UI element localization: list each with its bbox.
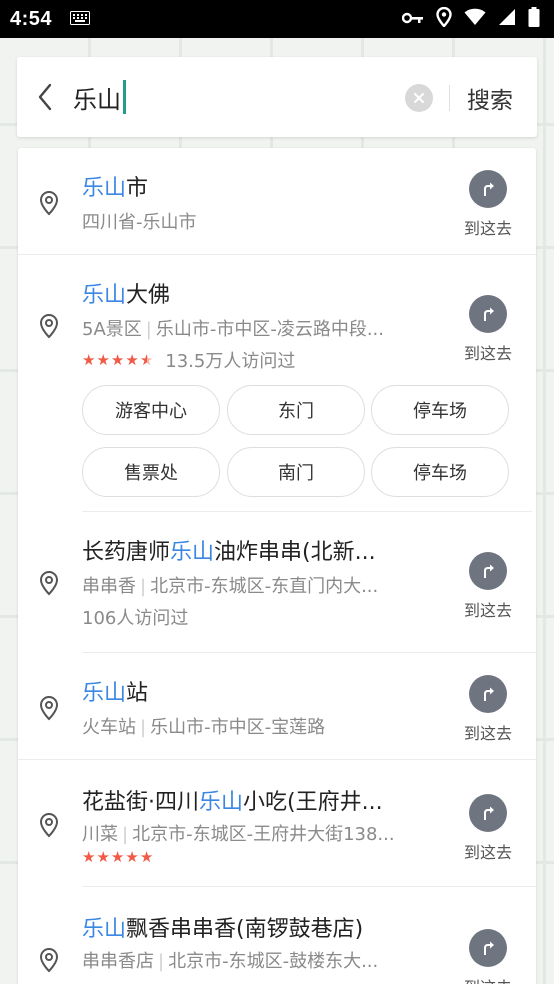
result-address: 火车站 | 乐山市-市中区-宝莲路 <box>82 717 326 738</box>
result-title: 花盐街·四川乐山小吃(王府井... <box>82 790 383 815</box>
goto-button[interactable]: 到这去 <box>458 295 518 364</box>
wifi-icon <box>464 8 486 30</box>
location-pin-icon <box>39 570 59 596</box>
goto-button[interactable]: 到这去 <box>458 675 518 744</box>
goto-button[interactable]: 到这去 <box>458 170 518 239</box>
list-item[interactable]: 乐山市 四川省-乐山市 到这去 <box>18 148 536 254</box>
chip-east-gate[interactable]: 东门 <box>227 385 365 435</box>
divider <box>449 85 450 111</box>
location-pin-icon <box>39 947 59 973</box>
result-title: 乐山飘香串串香(南锣鼓巷店) <box>82 917 364 942</box>
search-input[interactable]: 乐山 <box>73 77 126 117</box>
star-rating: ★ ★ ★ ★ ★ <box>82 350 154 369</box>
route-turn-icon <box>484 806 494 820</box>
star-rating: ★ ★ ★ ★ ★ <box>82 848 154 866</box>
key-icon <box>401 10 424 29</box>
status-bar: 4:54 <box>0 0 554 38</box>
keyboard-icon <box>70 10 91 29</box>
goto-button[interactable]: 到这去 <box>458 794 518 863</box>
battery-icon <box>528 7 540 31</box>
goto-button[interactable]: 到这去 <box>458 929 518 984</box>
result-title: 乐山市 <box>82 176 149 201</box>
list-item[interactable]: 花盐街·四川乐山小吃(王府井... 川菜 | 北京市-东城区-王府井大街138...… <box>18 760 536 886</box>
location-pin-icon <box>39 190 59 216</box>
route-turn-icon <box>484 687 494 701</box>
close-icon <box>414 93 424 103</box>
result-title: 乐山大佛 <box>82 283 171 308</box>
visit-count: 13.5万人访问过 <box>165 351 296 372</box>
result-address: 串串香 | 北京市-东城区-东直门内大... <box>82 576 379 597</box>
status-time: 4:54 <box>10 7 53 30</box>
route-turn-icon <box>484 941 494 955</box>
rating-row: ★ ★ ★ ★ ★ 13.5万人访问过 <box>82 347 295 373</box>
chip-parking[interactable]: 停车场 <box>371 447 509 497</box>
search-bar: 乐山 搜索 <box>17 57 537 137</box>
result-title: 长药唐师乐山油炸串串(北新... <box>82 540 376 565</box>
route-turn-icon <box>484 307 494 321</box>
visit-count: 106人访问过 <box>82 608 189 629</box>
search-button[interactable]: 搜索 <box>467 81 513 115</box>
result-address: 川菜 | 北京市-东城区-王府井大街138... <box>82 824 395 845</box>
location-pin-icon <box>39 695 59 721</box>
result-address: 四川省-乐山市 <box>82 212 197 233</box>
location-pin-icon <box>39 313 59 339</box>
list-item[interactable]: 乐山大佛 5A景区 | 乐山市-市中区-凌云路中段... ★ ★ ★ ★ ★ 13.5万人访… <box>18 255 536 511</box>
search-query: 乐山 <box>73 85 121 114</box>
chip-parking[interactable]: 停车场 <box>371 385 509 435</box>
list-item[interactable]: 长药唐师乐山油炸串串(北新... 串串香 | 北京市-东城区-东直门内大... 10… <box>18 512 536 652</box>
goto-button[interactable]: 到这去 <box>458 552 518 621</box>
list-item[interactable]: 乐山站 火车站 | 乐山市-市中区-宝莲路 到这去 <box>18 653 536 759</box>
chip-visitor-center[interactable]: 游客中心 <box>82 385 220 435</box>
route-turn-icon <box>484 182 494 196</box>
location-icon <box>436 6 452 31</box>
location-pin-icon <box>39 812 59 838</box>
route-turn-icon <box>484 564 494 578</box>
text-caret <box>123 80 126 114</box>
clear-button[interactable] <box>405 84 433 112</box>
back-button[interactable] <box>19 57 71 137</box>
chevron-left-icon <box>38 83 52 111</box>
chip-ticket-office[interactable]: 售票处 <box>82 447 220 497</box>
results-list: 乐山市 四川省-乐山市 到这去 乐山大佛 5A景区 | 乐山市-市中区-凌云路中段.… <box>18 148 536 984</box>
result-address: 5A景区 | 乐山市-市中区-凌云路中段... <box>82 319 384 340</box>
result-title: 乐山站 <box>82 681 149 706</box>
chip-south-gate[interactable]: 南门 <box>227 447 365 497</box>
result-address: 串串香店 | 北京市-东城区-鼓楼东大... <box>82 951 379 972</box>
sub-poi-chips: 游客中心 东门 停车场 售票处 南门 停车场 <box>82 385 512 497</box>
list-item[interactable]: 乐山飘香串串香(南锣鼓巷店) 串串香店|北京市-东城区-鼓楼东大... 到这去 <box>18 887 536 984</box>
signal-icon <box>498 8 516 30</box>
